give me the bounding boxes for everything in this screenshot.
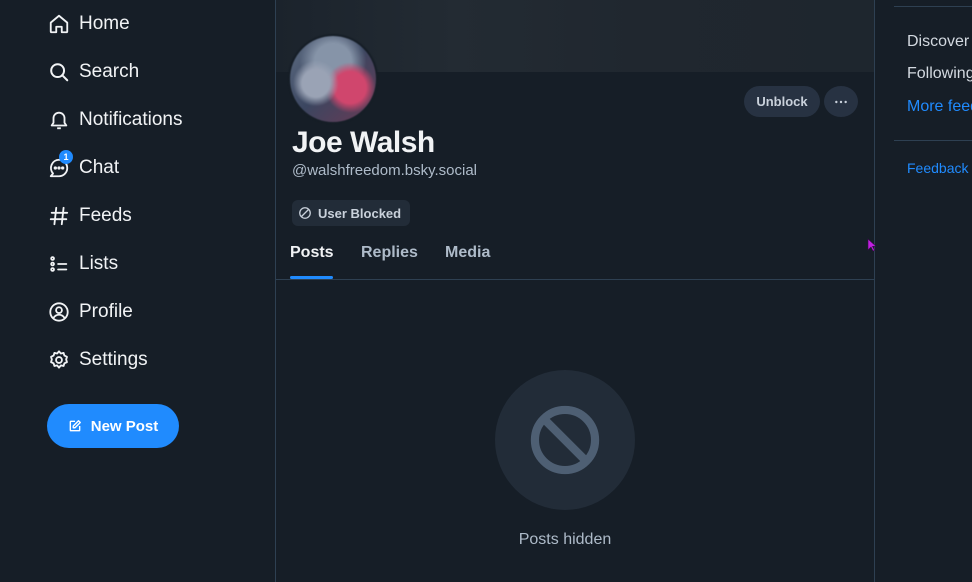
user-blocked-label: User Blocked xyxy=(318,205,402,221)
nav-item-profile[interactable]: Profile xyxy=(48,297,133,327)
right-top-divider xyxy=(894,6,972,7)
left-divider xyxy=(275,0,276,582)
right-mid-divider xyxy=(894,140,972,141)
new-post-button[interactable]: New Post xyxy=(47,404,179,448)
nav-item-home[interactable]: Home xyxy=(48,9,130,39)
more-feeds-link[interactable]: More feeds xyxy=(907,98,972,116)
home-icon xyxy=(48,13,70,35)
chat-unread-badge: 1 xyxy=(59,150,73,164)
user-circle-icon xyxy=(48,301,70,323)
tab-replies[interactable]: Replies xyxy=(361,244,418,262)
tabs-divider xyxy=(276,279,874,280)
gear-icon xyxy=(48,349,70,371)
tab-posts[interactable]: Posts xyxy=(290,244,334,262)
user-blocked-badge: User Blocked xyxy=(292,200,411,226)
hash-icon xyxy=(48,205,70,227)
nav-item-notifications[interactable]: Notifications xyxy=(48,105,183,135)
avatar[interactable] xyxy=(288,34,378,124)
edit-icon xyxy=(69,420,81,432)
right-divider xyxy=(874,0,875,582)
nav-item-label: Settings xyxy=(79,349,148,370)
posts-hidden-icon-wrapper xyxy=(495,370,635,510)
nav-item-search[interactable]: Search xyxy=(48,57,139,87)
chat-icon: 1 xyxy=(48,150,73,179)
nav-item-label: Profile xyxy=(79,301,133,322)
new-post-label: New Post xyxy=(90,417,159,435)
nav-item-settings[interactable]: Settings xyxy=(48,345,148,375)
profile-handle: @walshfreedom.bsky.social xyxy=(292,162,478,179)
profile-name: Joe Walsh xyxy=(292,126,435,159)
feedback-link[interactable]: Feedback xyxy=(907,160,968,176)
nav-item-feeds[interactable]: Feeds xyxy=(48,201,132,231)
more-options-button[interactable] xyxy=(824,86,858,117)
list-icon xyxy=(48,253,70,275)
following-feed-link[interactable]: Following xyxy=(907,65,972,83)
nav-item-label: Notifications xyxy=(79,109,183,130)
tab-media[interactable]: Media xyxy=(445,244,490,262)
nav-item-lists[interactable]: Lists xyxy=(48,249,118,279)
nav-item-label: Search xyxy=(79,61,140,82)
bell-icon xyxy=(48,109,70,131)
search-icon xyxy=(48,61,70,83)
mouse-cursor-icon xyxy=(867,238,877,252)
ellipsis-icon xyxy=(835,100,847,103)
nav-item-label: Chat xyxy=(79,157,120,178)
unblock-button[interactable]: Unblock xyxy=(744,86,820,117)
nav-item-label: Feeds xyxy=(79,205,132,226)
nav-item-label: Home xyxy=(79,13,130,34)
posts-hidden-message: Posts hidden xyxy=(518,531,612,548)
nav-item-chat[interactable]: 1 Chat xyxy=(48,150,120,183)
block-icon xyxy=(530,405,600,475)
block-icon xyxy=(299,207,311,219)
discover-feed-link[interactable]: Discover xyxy=(907,33,969,51)
nav-item-label: Lists xyxy=(79,253,119,274)
